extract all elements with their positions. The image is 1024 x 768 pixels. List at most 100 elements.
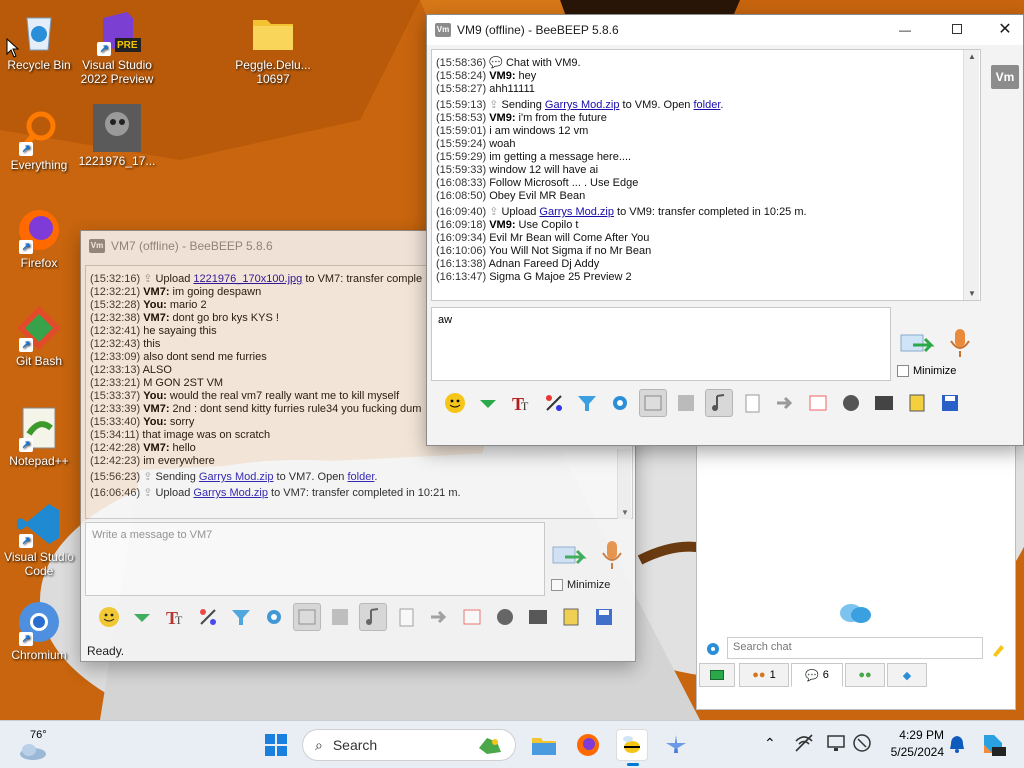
- close-button[interactable]: ✕: [995, 19, 1015, 39]
- taskbar-clock[interactable]: 4:29 PM 5/25/2024: [880, 727, 944, 761]
- start-button[interactable]: [260, 729, 292, 761]
- vm7-message-input[interactable]: Write a message to VM7: [85, 522, 545, 596]
- settings-icon[interactable]: [260, 603, 288, 631]
- music-note-icon[interactable]: [705, 389, 733, 417]
- forward-icon[interactable]: [771, 389, 799, 417]
- expand-icon[interactable]: [474, 389, 502, 417]
- sender-name: VM7:: [143, 403, 170, 415]
- search-highlight-icon: [479, 738, 501, 754]
- desktop-icon-vscode[interactable]: ↗ Visual Studio Code: [0, 500, 78, 578]
- color-palette-icon[interactable]: [540, 389, 568, 417]
- beebeep-side-panel[interactable]: Search chat ●● 1 💬 6 ●● ◆: [696, 444, 1016, 710]
- record-icon[interactable]: [837, 389, 865, 417]
- vm9-message-input[interactable]: aw: [431, 307, 891, 381]
- notification-bell-icon[interactable]: [948, 734, 966, 757]
- file-link[interactable]: Garrys Mod.zip: [539, 206, 614, 218]
- vm9-side-logo: Vm: [991, 65, 1019, 89]
- tab-network[interactable]: [699, 663, 735, 687]
- side-settings-icon[interactable]: [705, 641, 721, 660]
- minimize-button[interactable]: —: [895, 23, 915, 37]
- filter-icon[interactable]: [573, 389, 601, 417]
- weather-widget[interactable]: 76°: [18, 727, 58, 763]
- desktop-icon-everything[interactable]: ↗ Everything: [0, 108, 78, 172]
- search-chat-input[interactable]: Search chat: [727, 637, 983, 659]
- network-status-icon[interactable]: [794, 733, 814, 756]
- save-icon[interactable]: [936, 389, 964, 417]
- vm7-minimize-checkbox[interactable]: Minimize: [551, 579, 610, 591]
- emoticon-icon[interactable]: [441, 389, 469, 417]
- desktop-icon-git-bash[interactable]: ↗ Git Bash: [0, 304, 78, 368]
- desktop-icon-image-file[interactable]: 1221976_17...: [78, 104, 156, 168]
- document-icon[interactable]: [392, 603, 420, 631]
- history-icon[interactable]: [326, 603, 354, 631]
- desktop-icon-label: Peggle.Delu... 10697: [235, 58, 311, 86]
- forward-icon[interactable]: [425, 603, 453, 631]
- font-icon[interactable]: TT: [161, 603, 189, 631]
- history-icon[interactable]: [672, 389, 700, 417]
- tab-chats[interactable]: 💬 6: [791, 663, 843, 687]
- save-chat-icon[interactable]: [639, 389, 667, 417]
- code-icon[interactable]: [458, 603, 486, 631]
- notes-icon[interactable]: [903, 389, 931, 417]
- folder-link[interactable]: folder: [693, 99, 720, 111]
- display-icon[interactable]: [826, 733, 846, 756]
- tab-users[interactable]: ●● 1: [739, 663, 789, 687]
- maximize-button[interactable]: [949, 23, 965, 37]
- vm7-scrollbar[interactable]: ▼: [617, 449, 631, 519]
- vm9-scrollbar[interactable]: ▲ ▼: [963, 50, 979, 300]
- desktop-icon-notepadpp[interactable]: ↗ Notepad++: [0, 404, 78, 468]
- vm9-titlebar[interactable]: Vm VM9 (offline) - BeeBEEP 5.8.6 — ✕: [427, 15, 1023, 45]
- file-link[interactable]: Garrys Mod.zip: [199, 471, 274, 483]
- music-note-icon[interactable]: [359, 603, 387, 631]
- settings-icon[interactable]: [606, 389, 634, 417]
- document-icon[interactable]: [738, 389, 766, 417]
- terminal-icon[interactable]: [870, 389, 898, 417]
- accessibility-icon[interactable]: [852, 733, 872, 756]
- desktop-icon-visual-studio-preview[interactable]: PRE ↗ Visual Studio 2022 Preview: [78, 8, 156, 86]
- terminal-icon[interactable]: [524, 603, 552, 631]
- folder-link[interactable]: folder: [347, 471, 374, 483]
- vm9-chat-log[interactable]: (15:58:36) 💬 Chat with VM9. (15:58:24) VM…: [431, 49, 981, 301]
- vm9-minimize-checkbox[interactable]: Minimize: [897, 365, 956, 377]
- vm7-send-button[interactable]: [551, 543, 587, 571]
- app-taskbar-icon[interactable]: [660, 729, 692, 761]
- chat-line: (16:08:50) Obey Evil MR Bean: [432, 190, 980, 203]
- code-icon[interactable]: [804, 389, 832, 417]
- color-palette-icon[interactable]: [194, 603, 222, 631]
- firefox-taskbar-icon[interactable]: [572, 729, 604, 761]
- message-text: Follow Microsoft ... . Use Edge: [489, 177, 639, 189]
- vm7-voice-button[interactable]: [599, 539, 625, 573]
- file-link[interactable]: 1221976_170x100.jpg: [193, 273, 302, 285]
- notes-icon[interactable]: [557, 603, 585, 631]
- beebeep-taskbar-icon[interactable]: [616, 729, 648, 766]
- message-text: sorry: [166, 416, 195, 428]
- copilot-preview-icon[interactable]: [980, 731, 1006, 760]
- file-explorer-taskbar-icon[interactable]: [528, 729, 560, 761]
- record-icon[interactable]: [491, 603, 519, 631]
- taskbar-search-box[interactable]: ⌕ Search: [302, 729, 516, 761]
- scroll-up-arrow-icon[interactable]: ▲: [968, 52, 976, 61]
- desktop-icon-chromium[interactable]: ↗ Chromium: [0, 598, 78, 662]
- save-chat-icon[interactable]: [293, 603, 321, 631]
- vm9-send-button[interactable]: [899, 331, 935, 359]
- show-hidden-icons-button[interactable]: ⌃: [764, 735, 776, 752]
- desktop-icon-peggle-folder[interactable]: Peggle.Delu... 10697: [234, 8, 312, 86]
- save-icon[interactable]: [590, 603, 618, 631]
- emoticon-icon[interactable]: [95, 603, 123, 631]
- sender-name: You:: [143, 299, 167, 311]
- vm9-voice-button[interactable]: [947, 327, 973, 361]
- scroll-down-arrow-icon[interactable]: ▼: [968, 289, 976, 298]
- scroll-down-arrow-icon[interactable]: ▼: [621, 508, 629, 517]
- font-icon[interactable]: TT: [507, 389, 535, 417]
- firefox-icon: ↗: [15, 206, 63, 254]
- file-link[interactable]: Garrys Mod.zip: [193, 487, 268, 499]
- tab-shares[interactable]: ◆: [887, 663, 927, 687]
- clear-search-icon[interactable]: [991, 641, 1005, 660]
- vm9-chat-window[interactable]: Vm VM9 (offline) - BeeBEEP 5.8.6 — ✕ (15…: [426, 14, 1024, 446]
- expand-icon[interactable]: [128, 603, 156, 631]
- tab-groups[interactable]: ●●: [845, 663, 885, 687]
- file-link[interactable]: Garrys Mod.zip: [545, 99, 620, 111]
- desktop-icon-firefox[interactable]: ↗ Firefox: [0, 206, 78, 270]
- filter-icon[interactable]: [227, 603, 255, 631]
- notepadpp-icon: ↗: [15, 404, 63, 452]
